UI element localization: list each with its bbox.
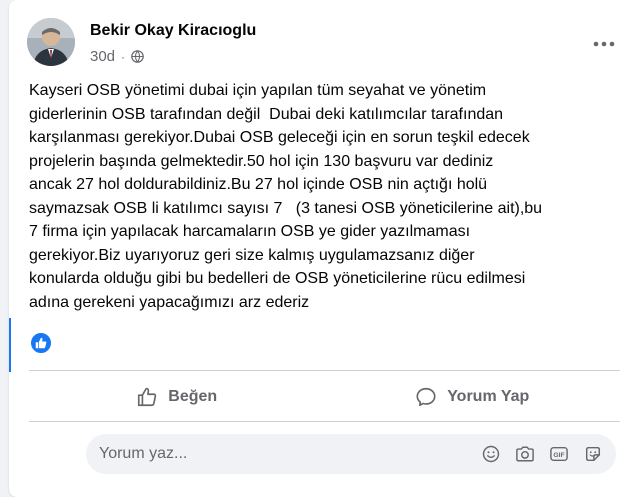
post-text-line: karşılanması gerekiyor.Dubai OSB geleceğ… (29, 129, 530, 146)
post-header: Bekir Okay Kiracıoglu 30d · (27, 18, 620, 66)
like-label: Beğen (168, 388, 218, 405)
reaction-summary[interactable] (30, 331, 52, 355)
post-text-line: giderlerinin OSB tarafından değil Dubai … (29, 105, 504, 123)
more-options-button[interactable] (588, 28, 620, 60)
camera-icon[interactable] (510, 439, 540, 469)
post-text-line: konularda olduğu gibi bu bedelleri de OS… (29, 270, 526, 287)
post-text-line: ancak 27 hol doldurabildiniz.Bu 27 hol i… (29, 176, 488, 193)
comment-label: Yorum Yap (447, 388, 530, 405)
like-button[interactable]: Beğen (29, 375, 325, 419)
comment-button[interactable]: Yorum Yap (325, 375, 621, 419)
comment-composer: GIF (86, 434, 616, 474)
post-text: Kayseri OSB yönetimi dubai için yapılan … (29, 79, 625, 314)
divider (29, 370, 620, 371)
left-edge-accent (9, 318, 11, 372)
post-text-line: gerekiyor.Biz uyarıyoruz geri size kalmı… (29, 246, 475, 264)
dot-separator: · (121, 49, 126, 64)
post-actions: Beğen Yorum Yap (29, 375, 620, 419)
post-text-line: adına gerekeni yapacağımızı arz ederiz (29, 293, 310, 311)
comment-input[interactable] (86, 434, 476, 474)
more-horizontal-icon (593, 41, 615, 47)
comment-tools: GIF (476, 439, 616, 469)
sticker-icon[interactable] (578, 439, 608, 469)
author-name[interactable]: Bekir Okay Kiracıoglu (90, 22, 256, 40)
divider (29, 421, 620, 422)
emoji-icon[interactable] (476, 439, 506, 469)
thumbs-up-icon (136, 386, 158, 408)
avatar[interactable] (27, 18, 75, 66)
post-text-line: 7 firma için yapılacak harcamaların OSB … (29, 223, 471, 240)
post-text-line: Kayseri OSB yönetimi dubai için yapılan … (29, 82, 487, 99)
post-text-line: saymazsak OSB li katılımcı sayısı 7 (3 t… (29, 199, 543, 217)
post-time[interactable]: 30d (90, 48, 115, 65)
post-card: Bekir Okay Kiracıoglu 30d · Kayseri OSB … (9, 0, 640, 497)
like-reaction-icon (30, 332, 52, 354)
svg-text:GIF: GIF (553, 452, 564, 459)
post-text-line: projelerin başında gelmektedir.50 hol iç… (29, 152, 494, 170)
post-meta: 30d · (90, 48, 144, 65)
gif-icon[interactable]: GIF (544, 439, 574, 469)
speech-bubble-icon (415, 386, 437, 408)
globe-icon[interactable] (131, 50, 144, 63)
